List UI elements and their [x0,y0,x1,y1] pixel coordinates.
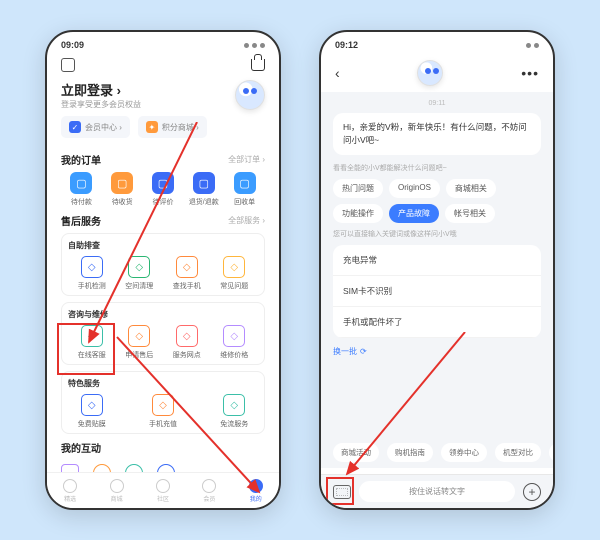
phone-right: 09:12 ‹ ••• 09:11 Hi，亲爱的V粉，新年快乐！有什么问题，不妨… [319,30,555,510]
more-icon[interactable]: ••• [521,65,539,81]
quick-chip[interactable]: 以 [549,443,553,462]
settings-icon[interactable] [61,58,75,72]
order-item[interactable]: ▢退货/退款 [183,172,224,207]
refresh-button[interactable]: 换一批 ⟳ [333,346,541,357]
service-item[interactable]: ◇常见问题 [211,256,259,291]
tab-item[interactable]: 社区 [156,479,170,503]
tab-item[interactable]: 会员 [202,479,216,503]
pill-row: ✓会员中心 › ✦积分商城 › [47,116,279,146]
service-group: 咨询与维修◇在线客服◇申请售后◇服务网点◇维修价格 [61,302,265,365]
service-item[interactable]: ◇查找手机 [163,256,211,291]
orders-title: 我的订单 [61,152,101,167]
points-mall-pill[interactable]: ✦积分商城 › [138,116,207,138]
greeting-bubble: Hi，亲爱的V粉，新年快乐！有什么问题，不妨问问小V吧~ [333,113,541,155]
back-icon[interactable]: ‹ [335,65,340,81]
category-chips: 热门问题 OriginOS 商城相关功能操作产品故障帐号相关 [333,179,541,223]
status-icons [244,40,265,50]
chat-time: 09:11 [333,100,541,107]
category-chip[interactable]: OriginOS [389,179,440,198]
member-center-pill[interactable]: ✓会员中心 › [61,116,130,138]
service-item[interactable]: ◇在线客服 [68,325,116,360]
service-item[interactable]: ◇维修价格 [211,325,259,360]
category-chip[interactable]: 功能操作 [333,204,383,223]
question-list: 充电异常SIM卡不识别手机或配件坏了 [333,245,541,338]
chat-header: ‹ ••• [321,54,553,92]
header [47,54,279,80]
phone-left: 09:09 立即登录 › 登录享受更多会员权益 ✓会员中心 › ✦积分商城 › … [45,30,281,510]
service-item[interactable]: ◇服务网点 [163,325,211,360]
bottom-chips: 商城活动购机指南领券中心机型对比以 [321,443,553,462]
quick-chip[interactable]: 领券中心 [441,443,487,462]
chat-content: 09:11 Hi，亲爱的V粉，新年快乐！有什么问题，不妨问问小V吧~ 看看全能的… [321,92,553,468]
category-chip[interactable]: 产品故障 [389,204,439,223]
category-hint: 看看全能的小V都能解决什么问题吧~ [333,163,541,173]
order-item[interactable]: ▢待评价 [143,172,184,207]
order-item[interactable]: ▢待付款 [61,172,102,207]
tab-bar: 精选 商城 社区 会员 我的 [47,472,279,508]
status-time: 09:12 [335,40,358,50]
category-chip[interactable]: 帐号相关 [445,204,495,223]
bot-avatar [417,60,443,86]
question-item[interactable]: SIM卡不识别 [333,276,541,307]
aftersale-section: 售后服务 全部服务 › 自助排查◇手机检测◇空间清理◇查找手机◇常见问题咨询与维修… [47,213,279,434]
service-item[interactable]: ◇手机充值 [139,394,187,429]
keyboard-icon[interactable] [333,485,351,499]
service-group: 自助排查◇手机检测◇空间清理◇查找手机◇常见问题 [61,233,265,296]
tab-item[interactable]: 精选 [63,479,77,503]
status-bar: 09:09 [47,32,279,54]
login-subtitle: 登录享受更多会员权益 [61,99,141,110]
orders-more[interactable]: 全部订单 › [228,154,265,165]
service-group: 特色服务◇免费贴膜◇手机充值◇免流服务 [61,371,265,434]
question-item[interactable]: 手机或配件坏了 [333,307,541,338]
service-item[interactable]: ◇免流服务 [211,394,259,429]
status-time: 09:09 [61,40,84,50]
order-item[interactable]: ▢待收货 [102,172,143,207]
service-item[interactable]: ◇申请售后 [116,325,164,360]
service-item[interactable]: ◇空间清理 [116,256,164,291]
interact-section: 我的互动 [47,440,279,455]
quick-chip[interactable]: 商城活动 [333,443,379,462]
question-hint: 您可以直接输入关键词或像这样问小V哦 [333,229,541,239]
aftersale-title: 售后服务 [61,213,101,228]
voice-input[interactable]: 按住说话转文字 [359,481,515,502]
cart-icon[interactable] [251,59,265,71]
orders-section: 我的订单 全部订单 › ▢待付款▢待收货▢待评价▢退货/退款▢回收单 [47,152,279,207]
interact-title: 我的互动 [61,440,101,455]
login-row: 立即登录 › 登录享受更多会员权益 [47,80,279,116]
status-bar: 09:12 [321,32,553,54]
category-chip[interactable]: 商城相关 [446,179,496,198]
quick-chip[interactable]: 购机指南 [387,443,433,462]
status-icons [526,40,539,50]
question-item[interactable]: 充电异常 [333,245,541,276]
quick-chip[interactable]: 机型对比 [495,443,541,462]
tab-item[interactable]: 我的 [249,479,263,503]
input-bar: 按住说话转文字 + [321,474,553,508]
tab-item[interactable]: 商城 [110,479,124,503]
aftersale-more[interactable]: 全部服务 › [228,215,265,226]
service-item[interactable]: ◇手机检测 [68,256,116,291]
order-item[interactable]: ▢回收单 [224,172,265,207]
plus-icon[interactable]: + [523,483,541,501]
service-item[interactable]: ◇免费贴膜 [68,394,116,429]
login-button[interactable]: 立即登录 › [61,80,141,99]
category-chip[interactable]: 热门问题 [333,179,383,198]
avatar[interactable] [235,80,265,110]
